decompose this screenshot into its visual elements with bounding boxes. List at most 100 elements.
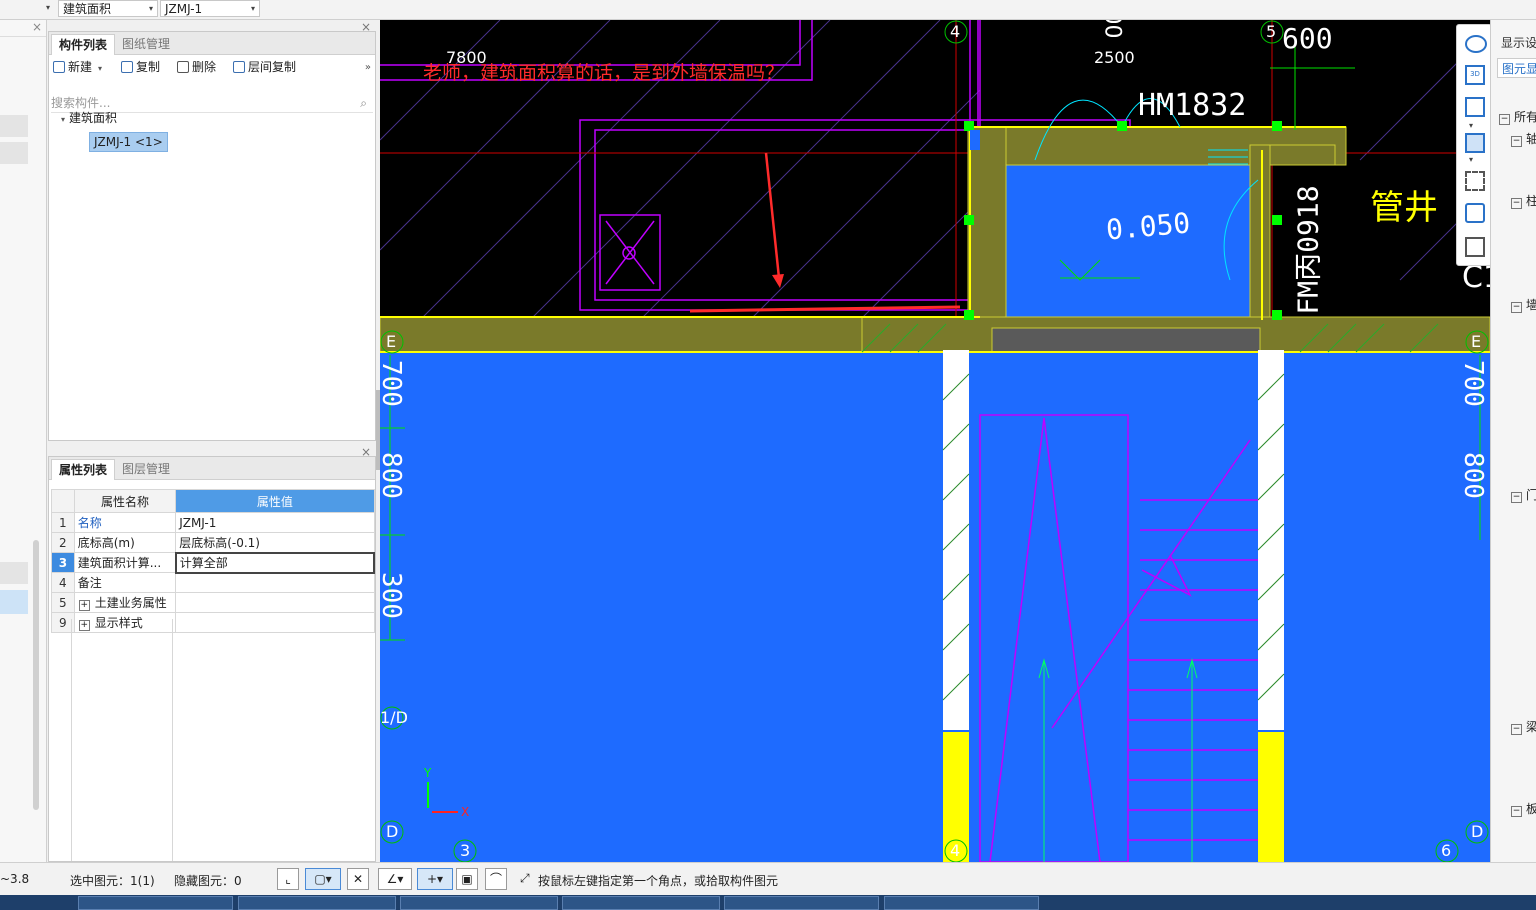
delete-button-label: 删除 bbox=[192, 60, 217, 74]
scrollbar[interactable] bbox=[33, 540, 39, 810]
display-item-label: 板 bbox=[1526, 802, 1536, 816]
close-icon[interactable]: × bbox=[361, 20, 371, 34]
display-button[interactable]: ▣ bbox=[456, 868, 478, 890]
table-row[interactable]: 1 名称 JZMJ-1 bbox=[51, 512, 375, 533]
properties-view-icon[interactable] bbox=[1465, 237, 1485, 257]
collapse-icon[interactable]: − bbox=[1511, 724, 1522, 735]
row-name: 底标高(m) bbox=[73, 532, 177, 553]
nav-item[interactable] bbox=[0, 142, 28, 164]
collapse-icon[interactable]: − bbox=[1511, 806, 1522, 817]
tree-item-jzmj-1[interactable]: JZMJ-1 <1> bbox=[89, 132, 168, 152]
copy-button[interactable]: 复制 bbox=[121, 58, 160, 76]
floor-area-fill bbox=[380, 350, 1490, 862]
fit-view-icon[interactable] bbox=[1465, 171, 1485, 191]
tab-element-display[interactable]: 图元显 bbox=[1497, 58, 1536, 78]
ortho-toggle-button[interactable]: ⌞ bbox=[277, 868, 299, 890]
component-dropdown[interactable]: JZMJ-1 ▾ bbox=[160, 0, 260, 17]
table-row-selected[interactable]: 3 建筑面积计算... 计算全部 bbox=[51, 551, 376, 574]
display-item-label: 柱 bbox=[1526, 194, 1536, 208]
dynamic-input-button[interactable]: +▾ bbox=[417, 868, 453, 890]
display-item-beam[interactable]: − 梁 bbox=[1511, 718, 1536, 735]
taskbar-item[interactable] bbox=[884, 896, 1039, 910]
angle-button[interactable]: ∠▾ bbox=[378, 868, 412, 890]
display-item-column[interactable]: − 柱 bbox=[1511, 192, 1536, 209]
orbit-icon[interactable] bbox=[1465, 35, 1487, 53]
collapse-icon[interactable]: ▾ bbox=[61, 115, 65, 124]
floor-copy-button[interactable]: 层间复制 bbox=[233, 58, 296, 76]
taskbar-item[interactable] bbox=[238, 896, 396, 910]
cad-drawing-svg[interactable] bbox=[380, 20, 1490, 862]
type-dropdown[interactable]: 建筑面积 ▾ bbox=[58, 0, 158, 17]
3d-view-icon[interactable]: 3D bbox=[1465, 65, 1485, 85]
more-icon[interactable]: » bbox=[365, 62, 371, 73]
row-num: 5 bbox=[51, 592, 75, 613]
table-row[interactable]: 2 底标高(m) 层底标高(-0.1) bbox=[51, 532, 375, 553]
search-icon[interactable]: ⌕ bbox=[360, 94, 367, 112]
tab-layer-management[interactable]: 图层管理 bbox=[115, 459, 177, 479]
tab-property-list[interactable]: 属性列表 bbox=[51, 459, 116, 480]
arc-button[interactable]: ⌒ bbox=[485, 868, 507, 890]
cube-icon[interactable] bbox=[1465, 97, 1485, 117]
dimension-800-right: 800 bbox=[1458, 452, 1488, 499]
cross-select-button[interactable]: ✕ bbox=[347, 868, 369, 890]
new-button[interactable]: 新建 ▾ bbox=[53, 58, 102, 76]
display-item-label: 轴 bbox=[1526, 132, 1536, 146]
chevron-down-icon[interactable]: ▾ bbox=[1469, 121, 1473, 130]
taskbar-item[interactable] bbox=[400, 896, 558, 910]
row-name-group[interactable]: + 显示样式 bbox=[73, 612, 177, 633]
close-icon[interactable]: × bbox=[32, 20, 42, 34]
tab-drawing-management[interactable]: 图纸管理 bbox=[115, 34, 177, 54]
snap-toggle-button[interactable]: ▢▾ bbox=[305, 868, 341, 890]
nav-item[interactable] bbox=[0, 115, 28, 137]
nav-item-selected[interactable] bbox=[0, 590, 28, 614]
delete-button[interactable]: 删除 bbox=[177, 58, 216, 76]
taskbar-item[interactable] bbox=[724, 896, 879, 910]
selected-count: 选中图元：1(1) bbox=[70, 874, 155, 888]
collapse-icon[interactable]: − bbox=[1511, 198, 1522, 209]
display-item-wall[interactable]: − 墙 bbox=[1511, 296, 1536, 313]
expand-icon[interactable]: + bbox=[78, 620, 90, 631]
left-dropdown-arrow[interactable]: ▾ bbox=[0, 0, 54, 17]
chevron-down-icon[interactable]: ▾ bbox=[1469, 155, 1473, 164]
cad-drawing-canvas[interactable]: 老师，建筑面积算的话，是到外墙保温吗？ 7800 2500 600 00 HM1… bbox=[380, 20, 1490, 862]
expand-icon[interactable]: + bbox=[78, 600, 90, 611]
axis-label-6: 6 bbox=[1441, 841, 1452, 860]
collapse-icon[interactable]: − bbox=[1511, 302, 1522, 313]
display-item-all[interactable]: − 所有 bbox=[1499, 108, 1536, 125]
tab-component-list[interactable]: 构件列表 bbox=[51, 34, 116, 55]
collapse-icon[interactable]: − bbox=[1511, 136, 1522, 147]
axis-label-1-d: 1/D bbox=[380, 708, 408, 727]
expand-icon: ⤢ bbox=[520, 871, 530, 885]
row-value[interactable]: JZMJ-1 bbox=[175, 512, 375, 533]
row-value[interactable]: 层底标高(-0.1) bbox=[175, 532, 375, 553]
row-value[interactable] bbox=[175, 572, 375, 593]
nav-item[interactable] bbox=[0, 562, 28, 584]
row-num: 3 bbox=[51, 552, 75, 573]
component-dropdown-value: JZMJ-1 bbox=[165, 2, 203, 16]
close-icon[interactable]: × bbox=[361, 445, 371, 459]
taskbar-item[interactable] bbox=[0, 896, 72, 910]
display-item-axis[interactable]: − 轴 bbox=[1511, 130, 1536, 147]
copy-button-label: 复制 bbox=[136, 60, 161, 74]
property-table-header: 属性名称 属性值 bbox=[51, 489, 375, 513]
row-num: 1 bbox=[51, 512, 75, 533]
object-view-icon[interactable] bbox=[1465, 203, 1485, 223]
display-item-label: 墙 bbox=[1526, 298, 1536, 312]
axis-label-d-right: D bbox=[1471, 822, 1484, 841]
table-row[interactable]: 4 备注 bbox=[51, 572, 375, 593]
search-placeholder: 搜索构件... bbox=[51, 96, 111, 110]
display-item-door[interactable]: − 门 bbox=[1511, 486, 1536, 503]
collapse-icon[interactable]: − bbox=[1499, 114, 1510, 125]
tree-root[interactable]: ▾ 建筑面积 bbox=[61, 109, 117, 127]
row-name-group[interactable]: + 土建业务属性 bbox=[73, 592, 177, 613]
row-value-editing[interactable]: 计算全部 bbox=[174, 551, 376, 574]
taskbar-item[interactable] bbox=[78, 896, 233, 910]
display-item-slab[interactable]: − 板 bbox=[1511, 800, 1536, 817]
table-row[interactable]: 9 + 显示样式 bbox=[51, 612, 375, 633]
ucs-y-label: Y bbox=[424, 766, 432, 780]
solid-cube-icon[interactable] bbox=[1465, 133, 1485, 153]
table-row[interactable]: 5 + 土建业务属性 bbox=[51, 592, 375, 613]
collapse-icon[interactable]: − bbox=[1511, 492, 1522, 503]
dimension-600: 600 bbox=[1282, 22, 1333, 55]
taskbar-item[interactable] bbox=[562, 896, 720, 910]
